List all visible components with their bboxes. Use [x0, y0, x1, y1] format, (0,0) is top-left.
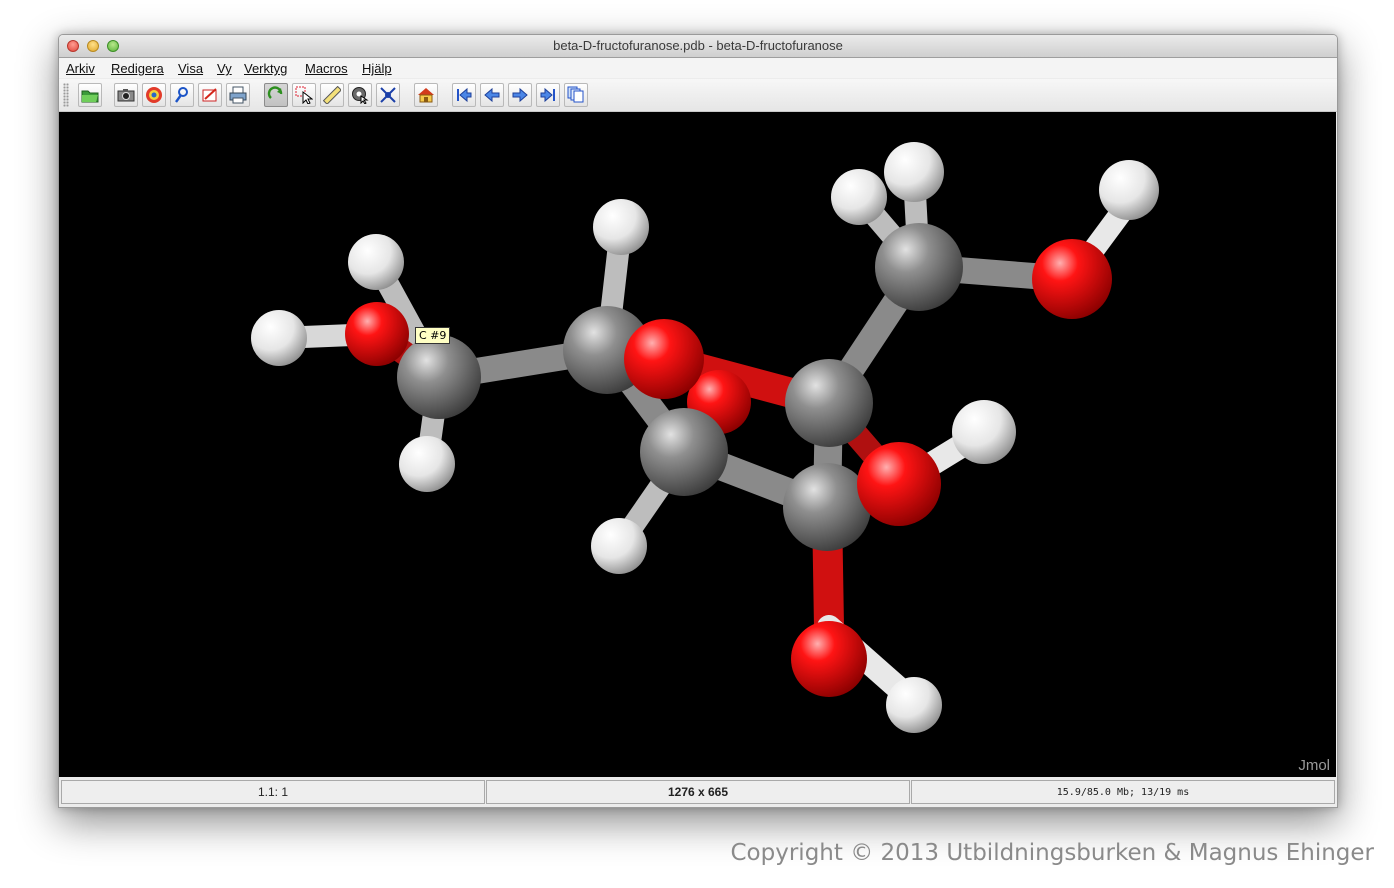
molecule-viewer-canvas[interactable]: C #9 Jmol: [59, 112, 1336, 777]
hydrogen-atom: [348, 234, 404, 290]
menu-bar: Arkiv Redigera Visa Vy Verktyg Macros Hj…: [59, 58, 1337, 78]
hydrogen-atom: [831, 169, 887, 225]
magnifier-icon: [175, 87, 188, 103]
status-memory-timing: 15.9/85.0 Mb; 13/19 ms: [911, 780, 1335, 804]
last-frame-button[interactable]: [536, 83, 560, 107]
printer-icon: [229, 86, 247, 104]
hydrogen-atom: [399, 436, 455, 492]
rotate-icon: [267, 86, 283, 99]
home-button[interactable]: [414, 83, 438, 107]
measure-button[interactable]: [320, 83, 344, 107]
menu-arkiv[interactable]: Arkiv: [66, 61, 95, 76]
oxygen-atom: [1032, 239, 1112, 319]
next-frame-button[interactable]: [508, 83, 532, 107]
first-frame-button[interactable]: [452, 83, 476, 107]
application-window: beta-D-fructofuranose.pdb - beta-D-fruct…: [58, 34, 1338, 808]
hydrogen-atom: [591, 518, 647, 574]
crosshair-icon: [380, 87, 396, 103]
hydrogen-atom: [251, 310, 307, 366]
next-frame-icon: [512, 87, 528, 103]
jmol-watermark: Jmol: [1298, 757, 1330, 774]
find-button[interactable]: [170, 83, 194, 107]
last-frame-icon: [540, 87, 555, 103]
select-button[interactable]: [292, 83, 316, 107]
oxygen-atom: [791, 621, 867, 697]
open-button[interactable]: [78, 83, 102, 107]
script-button[interactable]: [142, 83, 166, 107]
status-canvas-size: 1276 x 665: [486, 780, 910, 804]
camera-icon: [117, 89, 135, 102]
hydrogen-atom: [884, 142, 944, 202]
toolbar-grip[interactable]: [63, 83, 69, 107]
atoms: [251, 142, 1159, 733]
previous-frame-button[interactable]: [480, 83, 504, 107]
all-frames-icon: [567, 86, 584, 103]
previous-frame-icon: [484, 87, 500, 103]
menu-redigera[interactable]: Redigera: [111, 61, 164, 76]
menu-hjalp[interactable]: Hjälp: [362, 61, 392, 76]
pick-center-button[interactable]: [348, 83, 372, 107]
menu-macros[interactable]: Macros: [305, 61, 348, 76]
carbon-atom: [875, 223, 963, 311]
hydrogen-atom: [886, 677, 942, 733]
atom-hover-label: C #9: [415, 327, 451, 344]
menu-vy[interactable]: Vy: [217, 61, 232, 76]
ruler-icon: [323, 86, 341, 104]
copyright-notice: Copyright © 2013 Utbildningsburken & Mag…: [730, 840, 1375, 866]
rotate-button[interactable]: [264, 83, 288, 107]
carbon-atom: [640, 408, 728, 496]
carbon-atom-9: [397, 335, 481, 419]
window-title: beta-D-fructofuranose.pdb - beta-D-fruct…: [553, 38, 843, 53]
script-globe-icon: [146, 87, 162, 103]
editor-button[interactable]: [198, 83, 222, 107]
status-frame: 1.1: 1: [61, 780, 485, 804]
oxygen-atom: [345, 302, 409, 366]
export-image-button[interactable]: [114, 83, 138, 107]
first-frame-icon: [457, 87, 472, 103]
molecule-model[interactable]: [59, 112, 1336, 777]
center-button[interactable]: [376, 83, 400, 107]
toolbar: [59, 79, 1337, 112]
home-icon: [418, 88, 434, 103]
menu-visa[interactable]: Visa: [178, 61, 203, 76]
hydrogen-atom: [1099, 160, 1159, 220]
hydrogen-atom: [593, 199, 649, 255]
all-frames-button[interactable]: [564, 83, 588, 107]
title-bar[interactable]: beta-D-fructofuranose.pdb - beta-D-fruct…: [59, 35, 1337, 58]
pick-center-icon: [352, 87, 369, 104]
select-pointer-icon: [295, 86, 313, 104]
print-button[interactable]: [226, 83, 250, 107]
open-folder-icon: [81, 90, 99, 103]
edit-pencil-icon: [202, 88, 217, 102]
hydrogen-atom: [952, 400, 1016, 464]
menu-verktyg[interactable]: Verktyg: [244, 61, 287, 76]
status-bar: 1.1: 1 1276 x 665 15.9/85.0 Mb; 13/19 ms: [59, 778, 1337, 807]
oxygen-atom: [624, 319, 704, 399]
carbon-atom: [785, 359, 873, 447]
oxygen-atom: [857, 442, 941, 526]
